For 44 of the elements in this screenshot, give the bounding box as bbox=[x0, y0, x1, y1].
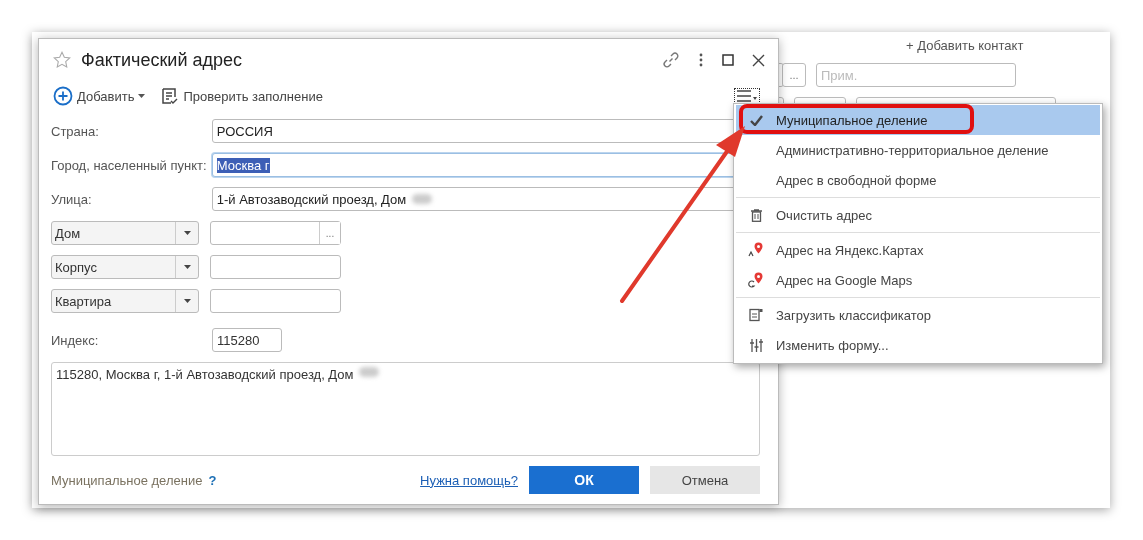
caret-icon bbox=[183, 231, 191, 235]
menu-item[interactable]: Адрес на Google Maps bbox=[736, 265, 1100, 295]
map-pin-icon bbox=[748, 272, 764, 288]
type-dropdown[interactable]: Корпус bbox=[51, 255, 199, 279]
window-title: Фактический адрес bbox=[81, 49, 242, 71]
plus-icon bbox=[53, 86, 73, 106]
caret-icon bbox=[183, 265, 191, 269]
address-text-area[interactable]: 115280, Москва г, 1-й Автозаводский проезд, Дом bbox=[51, 362, 760, 456]
add-contact-link[interactable]: + Добавить контакт bbox=[906, 38, 1024, 53]
map-pin-icon bbox=[748, 242, 764, 258]
close-icon[interactable] bbox=[752, 53, 765, 67]
cancel-button[interactable]: Отмена bbox=[650, 466, 760, 494]
star-icon[interactable] bbox=[53, 51, 71, 69]
address-text: 115280, Москва г, 1-й Автозаводский проезд, Дом bbox=[56, 367, 354, 382]
redacted-mark bbox=[412, 194, 433, 204]
field-label: Страна: bbox=[51, 123, 100, 139]
select-button[interactable]: ... bbox=[782, 63, 806, 87]
field-label: Индекс: bbox=[51, 332, 100, 348]
trash-icon bbox=[750, 208, 762, 222]
more-icon[interactable] bbox=[698, 52, 704, 68]
help-link[interactable]: Нужна помощь? bbox=[420, 472, 518, 488]
caret-icon bbox=[183, 299, 191, 303]
sliders-icon bbox=[749, 338, 763, 352]
add-button[interactable]: Добавить bbox=[51, 84, 148, 108]
type-dropdown[interactable]: Квартира bbox=[51, 289, 199, 313]
field-label: Город, населенный пункт: bbox=[51, 157, 208, 173]
check-button[interactable]: Проверить заполнение bbox=[159, 85, 325, 107]
caret-icon bbox=[138, 94, 146, 98]
menu-item[interactable]: Изменить форму... bbox=[736, 330, 1100, 360]
help-mark[interactable]: ? bbox=[208, 472, 217, 488]
redacted-mark bbox=[359, 367, 380, 377]
field-label: Улица: bbox=[51, 191, 93, 207]
checklist-icon bbox=[161, 87, 180, 105]
ok-button[interactable]: ОК bbox=[529, 466, 639, 494]
maximize-icon[interactable] bbox=[722, 54, 734, 66]
menu-item[interactable]: Очистить адрес bbox=[736, 200, 1100, 230]
input-field[interactable]: 115280 bbox=[212, 328, 282, 352]
link-icon[interactable] bbox=[662, 51, 680, 69]
mode-link[interactable]: Муниципальное деление bbox=[51, 472, 203, 488]
menu-item[interactable]: Загрузить классификатор bbox=[736, 300, 1100, 330]
note-field[interactable]: Прим. bbox=[816, 63, 1016, 87]
menu-item[interactable]: Адрес на Яндекс.Картах bbox=[736, 235, 1100, 265]
document-icon bbox=[749, 308, 763, 322]
type-dropdown[interactable]: Дом bbox=[51, 221, 199, 245]
